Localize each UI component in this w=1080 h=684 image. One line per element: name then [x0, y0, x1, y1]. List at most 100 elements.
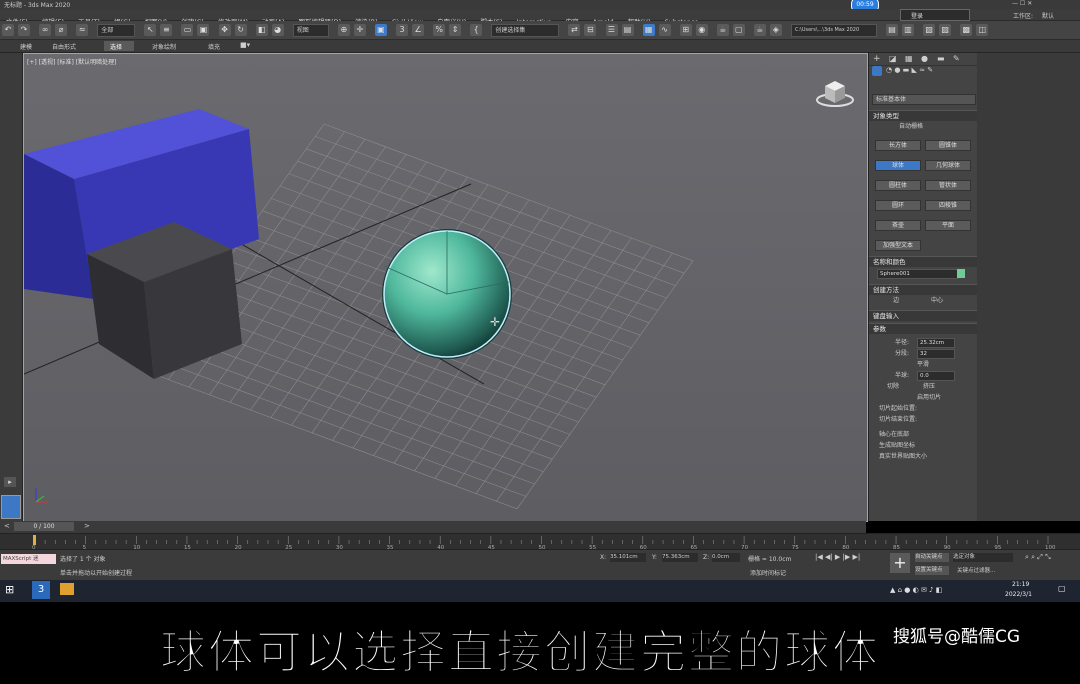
redo-icon[interactable]: ↷ [18, 24, 30, 36]
segments-spinner[interactable]: 32 [917, 349, 955, 359]
perspective-viewport[interactable]: [+] [透视] [标准] [默认明暗处理] ✛ [23, 53, 868, 522]
pivot-icon[interactable]: ⊕ [337, 24, 350, 36]
curve-editor-icon[interactable]: ∿ [658, 24, 671, 36]
autogrid-checkbox[interactable]: 自动栅格 [869, 121, 977, 132]
material-editor-icon[interactable]: ◉ [695, 24, 708, 36]
object-type-button[interactable]: 平面 [925, 220, 971, 231]
project-path-field[interactable]: C:\Users\...\3ds Max 2020 [790, 24, 877, 37]
time-slider-next-icon[interactable]: > [84, 522, 90, 530]
squash-radio[interactable]: 挤压 [923, 383, 935, 390]
rollout-name-color[interactable]: 名称和颜色 [869, 256, 977, 267]
create-tab-icon[interactable]: + [873, 54, 881, 64]
chop-radio[interactable]: 切除 [887, 383, 899, 390]
tray-icons[interactable]: ▲ ⌂ ● ◐ ✉ ♪ ◧ [890, 586, 942, 594]
start-icon[interactable]: ⊞ [5, 583, 14, 596]
display-tab-icon[interactable]: ▬ [937, 54, 945, 63]
auto-key-button[interactable]: 自动关键点 [915, 553, 949, 562]
reference-coord-dropdown[interactable]: 视图 [292, 24, 329, 37]
rollout-creation-method[interactable]: 创建方法 [869, 284, 977, 295]
method-edge-radio[interactable]: 边 [893, 297, 899, 304]
slice-checkbox[interactable]: 启用切片 [869, 392, 977, 403]
set-key-button[interactable]: 设置关键点 [915, 566, 949, 575]
render-icon[interactable]: ☕ [753, 24, 766, 36]
align-icon[interactable]: ⊟ [584, 24, 597, 36]
object-type-button[interactable]: 加强型文本 [875, 240, 921, 251]
base-to-pivot-checkbox[interactable]: 轴心在底部 [869, 429, 977, 440]
shapes-icon[interactable]: ◔ ● ▬ ◣ ≈ ✎ [886, 66, 933, 74]
named-selection-dropdown[interactable]: 创建选择集 [491, 24, 560, 37]
object-type-button[interactable]: 管状体 [925, 180, 971, 191]
tab-selection[interactable]: 选择 [110, 42, 122, 51]
add-time-tag-button[interactable]: 添加时间标记 [750, 568, 786, 577]
real-world-map-checkbox[interactable]: 真实世界贴图大小 [869, 451, 977, 462]
time-slider-prev-icon[interactable]: < [4, 522, 10, 530]
object-type-button[interactable]: 圆环 [875, 200, 921, 211]
category-dropdown[interactable]: 标准基本体 [876, 95, 906, 104]
save-icon[interactable]: ▥ [902, 24, 915, 36]
extra-tool-2-icon[interactable]: ◫ [976, 24, 989, 36]
rollout-object-type[interactable]: 对象类型 [869, 110, 977, 121]
select-object-icon[interactable]: ↖ [144, 24, 157, 36]
spinner-snap-icon[interactable]: ⇕ [449, 24, 462, 36]
select-by-name-icon[interactable]: ≡ [160, 24, 173, 36]
angle-snap-icon[interactable]: ∠ [412, 24, 425, 36]
rollout-keyboard-entry[interactable]: 键盘输入 [869, 310, 977, 321]
workspace-dropdown[interactable]: 默认 [1042, 11, 1054, 20]
viewport-layout-thumbnail[interactable] [1, 495, 21, 519]
smooth-checkbox[interactable]: 平滑 [869, 359, 977, 370]
percent-snap-icon[interactable]: % [433, 24, 446, 36]
tab-populate[interactable]: 填充 [208, 42, 220, 51]
radius-spinner[interactable]: 25.32cm [917, 338, 955, 348]
object-color-swatch[interactable] [957, 269, 965, 278]
object-type-button[interactable]: 长方体 [875, 140, 921, 151]
y-coord-field[interactable]: 75.363cm [662, 553, 698, 562]
move-icon[interactable]: ✥ [218, 24, 231, 36]
minimize-icon[interactable]: — ☐ ✕ [1012, 0, 1032, 7]
utilities-tab-icon[interactable]: ✎ [953, 54, 960, 63]
render-frame-icon[interactable]: ▢ [732, 24, 745, 36]
unlink-icon[interactable]: ⌀ [55, 24, 68, 36]
edit-named-sets-icon[interactable]: { [470, 24, 483, 36]
object-name-field[interactable]: Sphere001 [877, 269, 959, 279]
notifications-icon[interactable]: ▢ [1058, 584, 1066, 593]
tab-modeling[interactable]: 建模 [20, 42, 32, 51]
object-type-button[interactable]: 茶壶 [875, 220, 921, 231]
time-slider-thumb[interactable]: 0 / 100 [14, 522, 74, 531]
object-type-button[interactable]: 球体 [875, 160, 921, 171]
file-explorer-icon[interactable] [60, 583, 74, 595]
sign-in-button[interactable]: 登录 [911, 11, 923, 20]
layout-expand-icon[interactable]: ▸ [4, 477, 16, 487]
open-icon[interactable]: ▧ [923, 24, 936, 36]
gen-map-coords-checkbox[interactable]: 生成贴图坐标 [869, 440, 977, 451]
rotate-icon[interactable]: ↻ [234, 24, 247, 36]
undo-icon[interactable]: ↶ [2, 24, 14, 36]
bind-icon[interactable]: ≈ [76, 24, 89, 36]
ribbon-toggle-icon[interactable]: ■▾ [240, 41, 250, 49]
3dsmax-taskbar-icon[interactable]: 3 [32, 581, 50, 599]
link-icon[interactable]: ∞ [39, 24, 52, 36]
viewport-nav-icons[interactable]: ⌕ ⌕ ⤢ ⤡ [1025, 553, 1051, 562]
time-slider[interactable]: < 0 / 100 > [0, 521, 866, 533]
new-icon[interactable]: ▨ [939, 24, 952, 36]
extra-tool-icon[interactable]: ▩ [960, 24, 973, 36]
hierarchy-tab-icon[interactable]: ▦ [905, 54, 913, 63]
track-bar[interactable]: 0 5 10 15 20 25 30 35 40 45 50 55 60 65 70 75 80 85 90 95 10… [0, 533, 1080, 550]
snap-3d-icon[interactable]: 3 [396, 24, 409, 36]
key-filters-button[interactable]: 关键点过滤器... [957, 566, 995, 574]
render-setup-icon[interactable]: ☕ [716, 24, 729, 36]
mirror-icon[interactable]: ⇄ [568, 24, 581, 36]
object-type-button[interactable]: 四棱锥 [925, 200, 971, 211]
object-type-button[interactable]: 圆柱体 [875, 180, 921, 191]
x-coord-field[interactable]: 35.101cm [610, 553, 646, 562]
rollout-parameters[interactable]: 参数 [869, 323, 977, 334]
geometry-icon[interactable] [872, 66, 882, 76]
rect-selection-icon[interactable]: ▭ [181, 24, 194, 36]
project-folder-icon[interactable]: ▤ [886, 24, 899, 36]
scale-icon[interactable]: ◧ [255, 24, 268, 36]
keyboard-shortcut-icon[interactable]: ▣ [374, 24, 387, 36]
tab-object-paint[interactable]: 对象绘制 [152, 42, 176, 51]
object-type-button[interactable]: 圆锥体 [925, 140, 971, 151]
scene-explorer-icon[interactable]: ▤ [621, 24, 634, 36]
maxscript-listener[interactable]: MAXScript 迷 [1, 554, 56, 564]
schematic-icon[interactable]: ⊞ [679, 24, 692, 36]
